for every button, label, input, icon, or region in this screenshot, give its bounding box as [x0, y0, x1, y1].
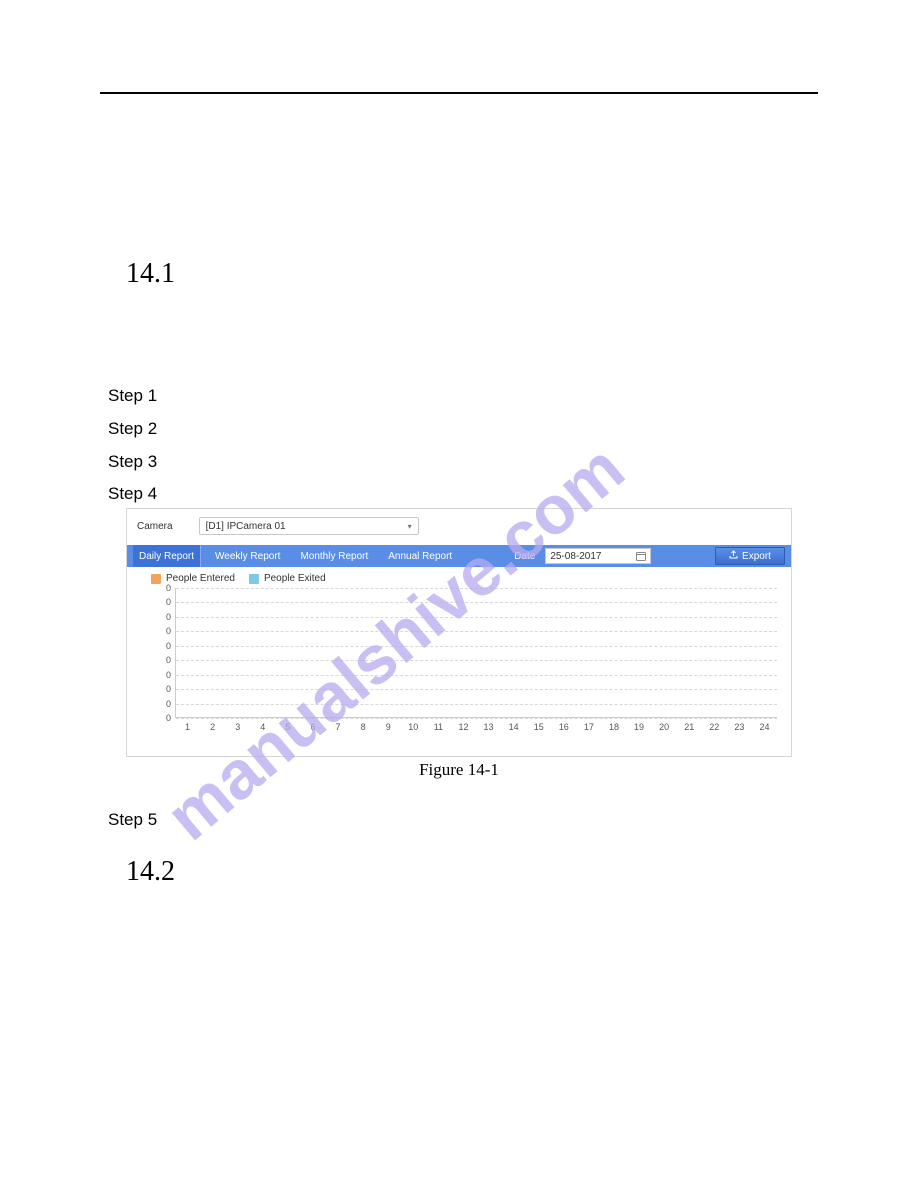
- chart-x-tick: 5: [285, 722, 290, 732]
- export-button[interactable]: Export: [715, 547, 785, 565]
- chart-x-tick: 14: [509, 722, 519, 732]
- chart-x-tick: 18: [609, 722, 619, 732]
- chart-y-tick: 0: [166, 612, 171, 622]
- header-rule: [100, 92, 818, 94]
- report-app-panel: Camera [D1] IPCamera 01 ▾ Daily Report W…: [126, 508, 792, 757]
- legend-exited-label: People Exited: [264, 573, 326, 584]
- chart-y-tick: 0: [166, 597, 171, 607]
- chart-x-tick: 2: [210, 722, 215, 732]
- step-5-label: Step 5: [108, 810, 157, 830]
- section-14-1-heading: 14.1: [126, 258, 175, 290]
- chart-x-tick: 10: [408, 722, 418, 732]
- report-tab-bar: Daily Report Weekly Report Monthly Repor…: [127, 545, 791, 567]
- legend-entered-swatch: [151, 574, 161, 584]
- legend-entered-label: People Entered: [166, 573, 235, 584]
- tab-monthly-report[interactable]: Monthly Report: [294, 545, 374, 567]
- tab-weekly-report[interactable]: Weekly Report: [209, 545, 286, 567]
- export-icon: [729, 550, 738, 562]
- chart-gridline: [176, 675, 777, 676]
- step-3-label: Step 3: [108, 452, 157, 472]
- chart-gridline: [176, 602, 777, 603]
- chart-x-tick: 9: [386, 722, 391, 732]
- chart-x-tick: 3: [235, 722, 240, 732]
- chart-x-tick: 13: [484, 722, 494, 732]
- figure-caption: Figure 14-1: [126, 760, 792, 780]
- chart-x-tick: 23: [734, 722, 744, 732]
- section-14-2-heading: 14.2: [126, 856, 175, 888]
- chart-gridline: [176, 588, 777, 589]
- chart-x-tick: 19: [634, 722, 644, 732]
- camera-select-value: [D1] IPCamera 01: [206, 521, 286, 532]
- date-value: 25-08-2017: [550, 551, 601, 562]
- chart-y-tick: 0: [166, 626, 171, 636]
- chart-x-tick: 8: [361, 722, 366, 732]
- chart-y-tick: 0: [166, 655, 171, 665]
- chart-gridline: [176, 631, 777, 632]
- step-2-label: Step 2: [108, 419, 157, 439]
- step-4-label: Step 4: [108, 484, 157, 504]
- chart-y-tick: 0: [166, 583, 171, 593]
- chart-x-tick: 12: [458, 722, 468, 732]
- chart-gridline: [176, 617, 777, 618]
- chart-legend: People Entered People Exited: [127, 567, 791, 586]
- tab-daily-report[interactable]: Daily Report: [133, 545, 201, 567]
- camera-select[interactable]: [D1] IPCamera 01 ▾: [199, 517, 419, 535]
- chart-y-tick: 0: [166, 670, 171, 680]
- export-button-label: Export: [742, 551, 771, 562]
- chart-gridline: [176, 689, 777, 690]
- chart-gridline: [176, 660, 777, 661]
- legend-exited: People Exited: [249, 573, 326, 584]
- chart-gridline: [176, 718, 777, 719]
- chart-x-tick: 1: [185, 722, 190, 732]
- chart-x-tick: 16: [559, 722, 569, 732]
- tab-annual-report[interactable]: Annual Report: [382, 545, 458, 567]
- chart-x-tick: 15: [534, 722, 544, 732]
- chart-x-tick: 24: [759, 722, 769, 732]
- chart-x-tick: 4: [260, 722, 265, 732]
- chart-x-tick: 6: [310, 722, 315, 732]
- chart-y-tick: 0: [166, 713, 171, 723]
- legend-entered: People Entered: [151, 573, 235, 584]
- step-1-label: Step 1: [108, 386, 157, 406]
- chart-y-tick: 0: [166, 641, 171, 651]
- chevron-down-icon: ▾: [408, 522, 412, 531]
- chart-y-tick: 0: [166, 699, 171, 709]
- chart-x-tick: 21: [684, 722, 694, 732]
- camera-row: Camera [D1] IPCamera 01 ▾: [127, 509, 791, 545]
- people-count-chart: 0000000000 12345678910111213141516171819…: [137, 588, 781, 746]
- chart-x-tick: 11: [434, 722, 443, 732]
- chart-y-axis-labels: 0000000000: [157, 588, 171, 718]
- legend-exited-swatch: [249, 574, 259, 584]
- document-page: manualshive.com 14.1 Step 1 Step 2 Step …: [0, 0, 918, 1188]
- chart-x-axis-labels: 123456789101112131415161718192021222324: [175, 722, 777, 740]
- chart-gridline: [176, 646, 777, 647]
- date-label: Date: [514, 551, 535, 562]
- chart-plot-area: [175, 588, 777, 718]
- chart-x-tick: 20: [659, 722, 669, 732]
- chart-gridline: [176, 704, 777, 705]
- figure-14-1: Camera [D1] IPCamera 01 ▾ Daily Report W…: [126, 508, 792, 780]
- chart-y-tick: 0: [166, 684, 171, 694]
- date-picker[interactable]: 25-08-2017: [545, 548, 651, 564]
- chart-x-tick: 22: [709, 722, 719, 732]
- camera-label: Camera: [137, 521, 173, 532]
- chart-x-tick: 7: [336, 722, 341, 732]
- calendar-icon: [636, 551, 646, 561]
- chart-x-tick: 17: [584, 722, 594, 732]
